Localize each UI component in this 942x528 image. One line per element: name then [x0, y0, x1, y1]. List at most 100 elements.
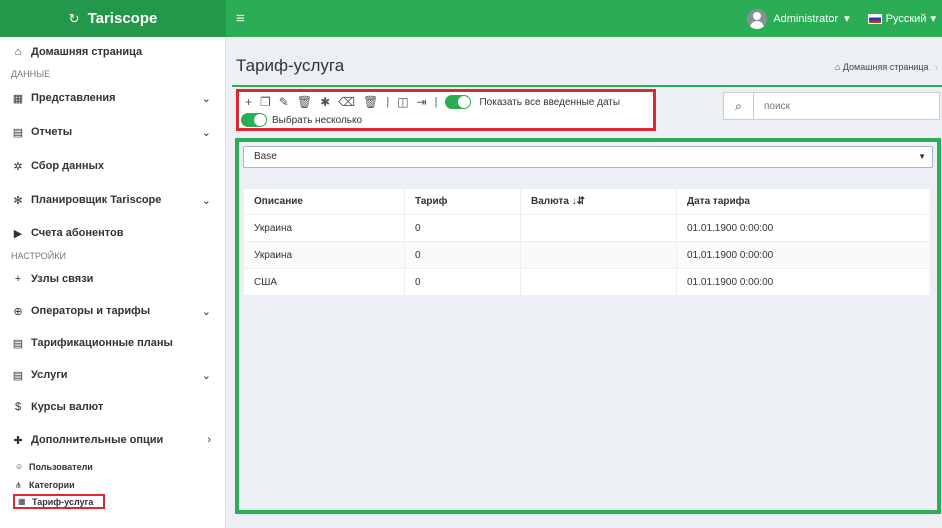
- edit-icon[interactable]: ✎: [279, 95, 289, 109]
- grid-container: Base ▼ Описание Тариф Валюта ↓⇵ Дата тар…: [235, 138, 941, 514]
- tariscope-logo-icon: ↻: [68, 10, 80, 26]
- search-input[interactable]: [754, 100, 924, 112]
- chevron-down-icon: ⌄: [201, 92, 211, 105]
- add-icon[interactable]: +: [245, 95, 252, 109]
- globe-icon: ⊕: [13, 305, 23, 318]
- columns-icon[interactable]: ◫: [397, 95, 408, 109]
- page-title: Тариф-услуга: [236, 56, 345, 75]
- sidebar-item-billing-plans[interactable]: ▤ Тарификационные планы: [0, 327, 225, 359]
- table-header-row: Описание Тариф Валюта ↓⇵ Дата тарифа: [243, 188, 931, 215]
- table-cell: 01.01.1900 0:00:00: [676, 214, 931, 242]
- column-header-currency[interactable]: Валюта ↓⇵: [520, 188, 677, 215]
- delete-icon[interactable]: 🗑: [297, 95, 312, 109]
- table-cell: 0: [404, 241, 521, 269]
- table-row[interactable]: Украина 0 01.01.1900 0:00:00: [243, 241, 931, 269]
- asterisk-icon[interactable]: ✱: [320, 95, 330, 109]
- caret-down-icon: ▾: [930, 13, 936, 25]
- sidebar-item-reports[interactable]: ▤ Отчеты ⌄: [0, 115, 225, 149]
- sidebar-subitem-users[interactable]: ☺ Пользователи: [0, 457, 225, 476]
- sidebar-item-label: Операторы и тарифы: [31, 305, 151, 317]
- sitemap-icon: ⋔: [15, 480, 22, 490]
- table-row[interactable]: США 0 01.01.1900 0:00:00: [243, 268, 931, 296]
- invoice-icon: ▶: [13, 227, 23, 240]
- sidebar-item-label: Пользователи: [29, 461, 93, 472]
- table-cell: Украина: [243, 241, 405, 269]
- table-cell: [520, 214, 677, 242]
- column-header-tariff-date[interactable]: Дата тарифа: [676, 188, 931, 215]
- column-header-description[interactable]: Описание: [243, 188, 405, 215]
- table-cell: 0: [404, 268, 521, 296]
- menu-toggle-icon[interactable]: ≡: [236, 10, 245, 27]
- breadcrumb: ⌂ Домашняя страница ›: [835, 62, 938, 72]
- sidebar-item-label: Тариф-услуга: [32, 496, 94, 507]
- sidebar-item-home[interactable]: ⌂ Домашняя страница: [0, 37, 225, 67]
- eraser-icon[interactable]: ⌫: [338, 95, 355, 109]
- sidebar-item-label: Узлы связи: [31, 273, 94, 285]
- sidebar-item-views[interactable]: ▦ Представления ⌄: [0, 81, 225, 115]
- sidebar-item-label: Планировщик Tariscope: [31, 194, 162, 206]
- tariff-table: Описание Тариф Валюта ↓⇵ Дата тарифа Укр…: [243, 188, 931, 296]
- table-cell: Украина: [243, 214, 405, 242]
- plus-icon: +: [14, 273, 22, 285]
- copy-icon[interactable]: ❐: [260, 95, 271, 109]
- column-header-tariff[interactable]: Тариф: [404, 188, 521, 215]
- caret-down-icon: ▾: [844, 13, 850, 25]
- sidebar-item-services[interactable]: ▤ Услуги ⌄: [0, 359, 225, 391]
- sidebar-item-label: Дополнительные опции: [31, 434, 164, 446]
- sidebar-item-label: Счета абонентов: [31, 227, 124, 239]
- brand-logo[interactable]: ↻ Tariscope: [0, 0, 226, 37]
- home-icon: ⌂: [14, 46, 22, 58]
- table-cell: США: [243, 268, 405, 296]
- sidebar-item-currency-rates[interactable]: $ Курсы валют: [0, 391, 225, 423]
- sidebar-item-data-collection[interactable]: ✲ Сбор данных: [0, 149, 225, 183]
- list-icon: ▦: [18, 497, 26, 506]
- sidebar-item-label: Домашняя страница: [31, 46, 143, 58]
- table-cell: [520, 241, 677, 269]
- sidebar-subitem-tariff-service[interactable]: ▦ Тариф-услуга: [13, 494, 105, 509]
- table-row[interactable]: Украина 0 01.01.1900 0:00:00: [243, 214, 931, 242]
- language-label: Русский: [885, 12, 927, 25]
- language-menu[interactable]: Русский ▾: [867, 12, 936, 25]
- sidebar-item-label: Представления: [31, 92, 116, 104]
- sidebar-section-settings: НАСТРОЙКИ: [11, 251, 66, 261]
- chevron-down-icon: ⌄: [201, 369, 211, 382]
- table-cell: 0: [404, 214, 521, 242]
- sidebar-item-scheduler[interactable]: ✻ Планировщик Tariscope ⌄: [0, 183, 225, 217]
- user-menu[interactable]: Administrator ▾: [747, 8, 850, 29]
- toolbar: + ❐ ✎ 🗑 ✱ ⌫ 🗑 | ◫ ⇥ | Показать все введе…: [236, 89, 656, 131]
- sidebar-item-label: Курсы валют: [31, 401, 104, 413]
- brand-name: Tariscope: [87, 10, 158, 27]
- list-icon: ▤: [12, 337, 24, 350]
- search-icon[interactable]: ⌕: [724, 93, 754, 119]
- sidebar-item-nodes[interactable]: + Узлы связи: [0, 263, 225, 295]
- sidebar-item-label: Категории: [29, 480, 75, 490]
- user-name: Administrator: [773, 12, 839, 25]
- table-cell: [520, 268, 677, 296]
- chevron-down-icon: ⌄: [201, 305, 211, 318]
- table-icon: ▦: [12, 92, 24, 105]
- export-icon[interactable]: ⇥: [417, 95, 427, 109]
- show-dates-toggle[interactable]: [445, 95, 472, 109]
- breadcrumb-home-link[interactable]: Домашняя страница: [843, 62, 929, 72]
- home-icon: ⌂: [834, 62, 841, 72]
- base-select[interactable]: Base ▼: [243, 146, 933, 168]
- sidebar-item-label: Тарификационные планы: [31, 337, 173, 349]
- sidebar-item-subscriber-accounts[interactable]: ▶ Счета абонентов: [0, 217, 225, 249]
- dollar-icon: $: [14, 401, 22, 413]
- users-icon: ☺: [15, 462, 24, 471]
- chevron-down-icon: ⌄: [201, 126, 211, 139]
- cogs-icon: ✻: [13, 194, 23, 207]
- breadcrumb-separator: ›: [935, 62, 938, 72]
- chevron-right-icon: ›: [207, 434, 211, 446]
- sidebar-subitem-categories[interactable]: ⋔ Категории: [0, 476, 225, 494]
- select-multiple-toggle[interactable]: [241, 113, 267, 127]
- sidebar: ⌂ Домашняя страница ДАННЫЕ ▦ Представлен…: [0, 37, 226, 528]
- gears-icon: ✲: [13, 160, 23, 173]
- sidebar-item-operators[interactable]: ⊕ Операторы и тарифы ⌄: [0, 295, 225, 327]
- sidebar-item-extra-options[interactable]: ✚ Дополнительные опции ›: [0, 423, 225, 457]
- delete-all-icon[interactable]: 🗑: [363, 95, 378, 109]
- toolbar-separator: |: [386, 96, 390, 108]
- select-multiple-label: Выбрать несколько: [272, 114, 363, 126]
- box-top-border: [232, 85, 942, 87]
- top-bar: ↻ Tariscope ≡ Administrator ▾ Русский ▾: [0, 0, 942, 37]
